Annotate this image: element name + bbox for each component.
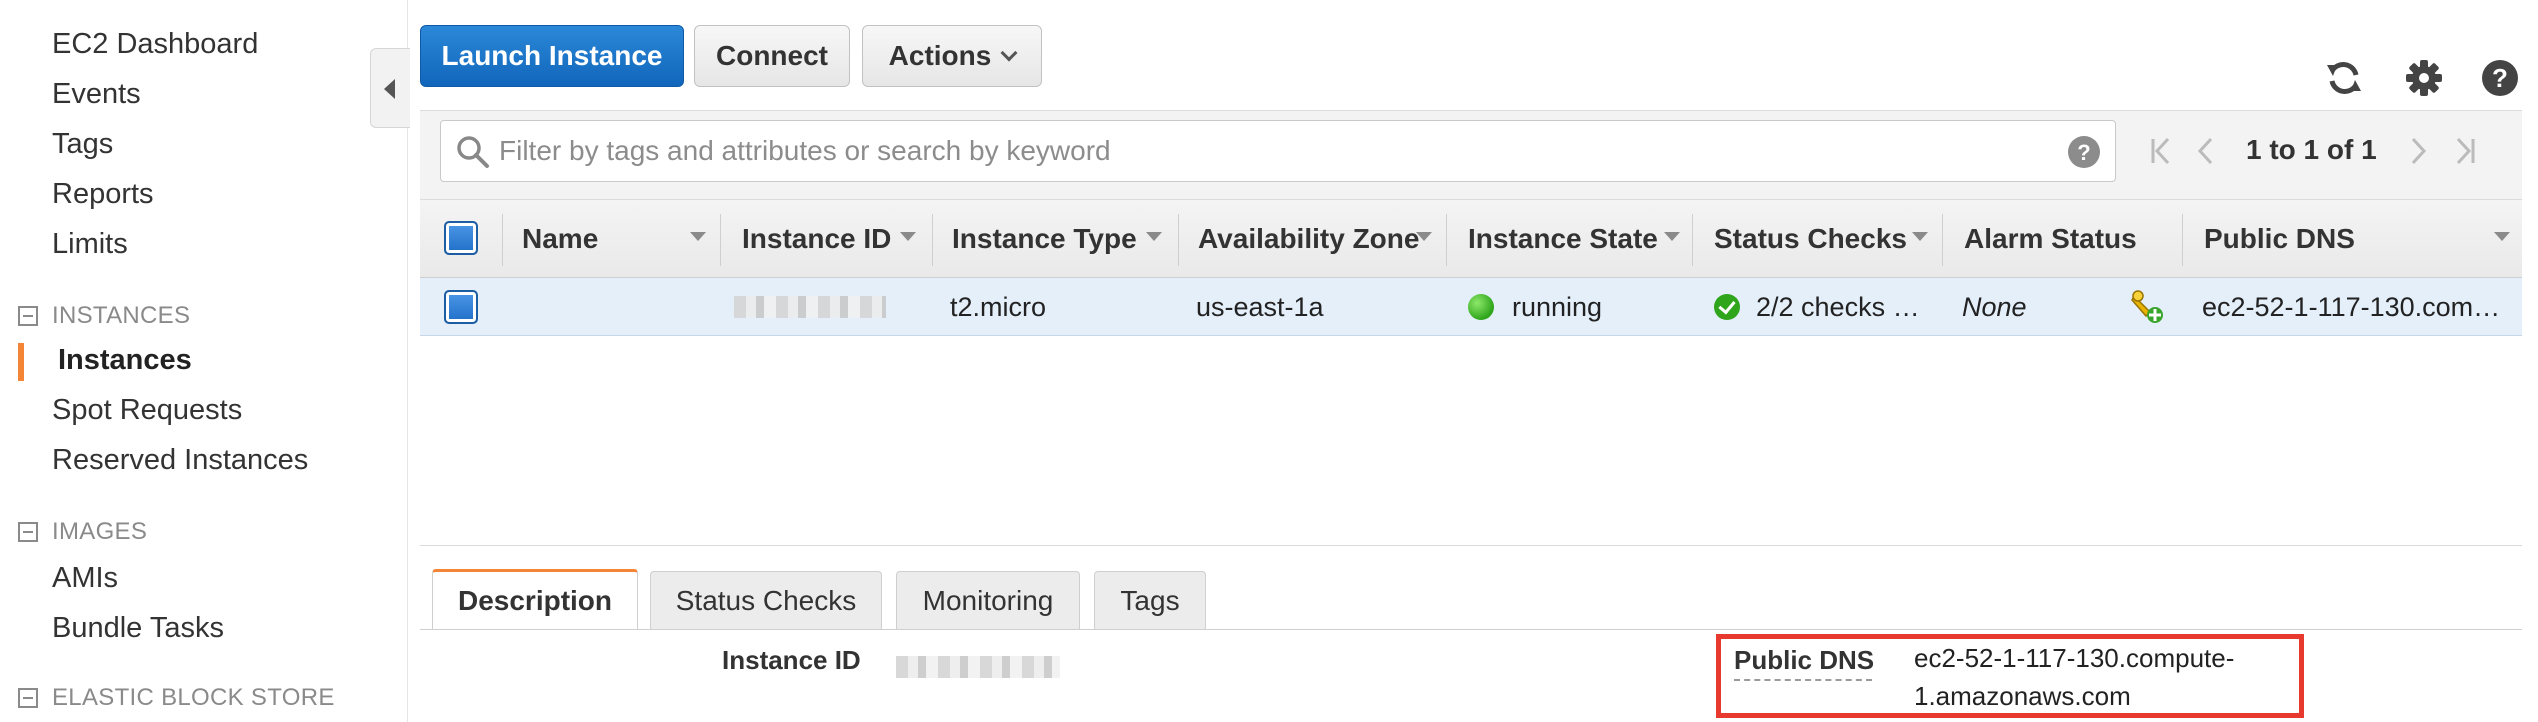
cell-instance-type: t2.micro xyxy=(950,291,1047,322)
sidebar-item-spot-requests[interactable]: Spot Requests xyxy=(52,394,242,427)
sort-arrow-icon[interactable] xyxy=(1664,232,1680,241)
column-divider xyxy=(1446,214,1447,266)
next-page-icon[interactable] xyxy=(2408,136,2428,171)
detail-label-instance-id: Instance ID xyxy=(722,645,861,675)
column-divider xyxy=(2182,214,2183,266)
redacted-instance-id xyxy=(734,296,886,318)
sidebar-item-instances[interactable]: Instances xyxy=(58,344,192,377)
running-status-icon xyxy=(1468,294,1494,320)
sidebar-item-bundle-tasks[interactable]: Bundle Tasks xyxy=(52,612,224,645)
column-divider xyxy=(1178,214,1179,266)
sort-arrow-icon[interactable] xyxy=(1146,232,1162,241)
filter-search-box[interactable]: ? xyxy=(440,120,2116,182)
sidebar-item-amis[interactable]: AMIs xyxy=(52,562,118,595)
column-header-public-dns[interactable]: Public DNS xyxy=(2204,200,2355,278)
section-title: IMAGES xyxy=(52,518,148,545)
pane-divider[interactable] xyxy=(420,545,2522,546)
detail-value-instance-id xyxy=(896,646,1060,684)
collapse-icon[interactable] xyxy=(18,306,38,326)
section-title: ELASTIC BLOCK STORE xyxy=(52,684,335,711)
cell-alarm-status: None xyxy=(1962,291,2027,322)
cell-public-dns: ec2-52-1-117-130.com… xyxy=(2202,291,2501,322)
column-divider xyxy=(932,214,933,266)
section-images[interactable]: IMAGES xyxy=(18,518,147,546)
sort-arrow-icon[interactable] xyxy=(690,232,706,241)
cell-status-checks: 2/2 checks … xyxy=(1714,278,1920,336)
collapse-icon[interactable] xyxy=(18,522,38,542)
cell-instance-state: running xyxy=(1468,278,1602,336)
column-divider xyxy=(1692,214,1693,266)
column-header-instance-id[interactable]: Instance ID xyxy=(742,200,891,278)
connect-button[interactable]: Connect xyxy=(694,25,850,87)
sidebar-item-events[interactable]: Events xyxy=(52,78,141,111)
select-all-checkbox[interactable] xyxy=(444,221,478,255)
refresh-icon[interactable] xyxy=(2322,56,2366,100)
tab-monitoring[interactable]: Monitoring xyxy=(896,571,1080,629)
gear-icon[interactable] xyxy=(2402,56,2446,100)
cell-instance-id xyxy=(734,278,886,336)
search-icon xyxy=(455,134,491,175)
check-passed-icon xyxy=(1714,294,1740,320)
connect-label: Connect xyxy=(716,40,828,71)
sort-arrow-icon[interactable] xyxy=(1416,232,1432,241)
section-elastic-block-store[interactable]: ELASTIC BLOCK STORE xyxy=(18,684,335,712)
collapse-icon[interactable] xyxy=(18,688,38,708)
filter-search-input[interactable] xyxy=(499,129,2039,173)
launch-instance-button[interactable]: Launch Instance xyxy=(420,25,684,87)
column-header-alarm-status[interactable]: Alarm Status xyxy=(1964,200,2137,278)
column-header-instance-type[interactable]: Instance Type xyxy=(952,200,1137,278)
section-title: INSTANCES xyxy=(52,302,191,329)
column-header-name[interactable]: Name xyxy=(522,200,598,278)
sort-arrow-icon[interactable] xyxy=(2494,232,2510,241)
highlight-annotation xyxy=(1716,634,2304,718)
tab-status-checks[interactable]: Status Checks xyxy=(650,571,882,629)
sidebar-item-reserved-instances[interactable]: Reserved Instances xyxy=(52,444,308,477)
column-header-status-checks[interactable]: Status Checks xyxy=(1714,200,1907,278)
sort-arrow-icon[interactable] xyxy=(900,232,916,241)
svg-text:?: ? xyxy=(2492,63,2508,93)
column-header-instance-state[interactable]: Instance State xyxy=(1468,200,1658,278)
actions-dropdown[interactable]: Actions xyxy=(862,25,1042,87)
launch-instance-label: Launch Instance xyxy=(441,40,663,71)
filter-help-icon[interactable]: ? xyxy=(2067,135,2101,174)
first-page-icon[interactable] xyxy=(2148,136,2174,171)
sidebar-item-reports[interactable]: Reports xyxy=(52,178,154,211)
instance-state-text: running xyxy=(1512,291,1603,322)
column-divider xyxy=(720,214,721,266)
column-header-availability-zone[interactable]: Availability Zone xyxy=(1198,200,1419,278)
tab-tags[interactable]: Tags xyxy=(1094,571,1206,629)
active-indicator xyxy=(18,343,24,381)
actions-label: Actions xyxy=(888,40,992,71)
cell-availability-zone: us-east-1a xyxy=(1196,291,1324,322)
section-instances[interactable]: INSTANCES xyxy=(18,302,190,330)
column-divider xyxy=(502,214,503,266)
pagination-text: 1 to 1 of 1 xyxy=(2246,134,2377,165)
prev-page-icon[interactable] xyxy=(2196,136,2216,171)
redacted-instance-id xyxy=(896,656,1060,679)
sidebar-item-limits[interactable]: Limits xyxy=(52,228,128,261)
tab-description[interactable]: Description xyxy=(432,569,638,629)
sidebar: EC2 Dashboard Events Tags Reports Limits… xyxy=(0,0,408,722)
tabs-underline xyxy=(420,629,2522,630)
row-checkbox[interactable] xyxy=(444,290,478,324)
create-alarm-icon[interactable] xyxy=(2128,288,2166,331)
sidebar-item-tags[interactable]: Tags xyxy=(52,128,113,161)
column-divider xyxy=(1942,214,1943,266)
sort-arrow-icon[interactable] xyxy=(1912,232,1928,241)
sidebar-item-ec2-dashboard[interactable]: EC2 Dashboard xyxy=(52,28,258,61)
sidebar-collapse-toggle[interactable] xyxy=(370,48,410,128)
status-checks-text: 2/2 checks … xyxy=(1756,291,1920,322)
chevron-down-icon xyxy=(1000,44,1018,62)
help-icon[interactable]: ? xyxy=(2478,56,2522,100)
last-page-icon[interactable] xyxy=(2452,136,2478,171)
svg-text:?: ? xyxy=(2077,140,2090,165)
